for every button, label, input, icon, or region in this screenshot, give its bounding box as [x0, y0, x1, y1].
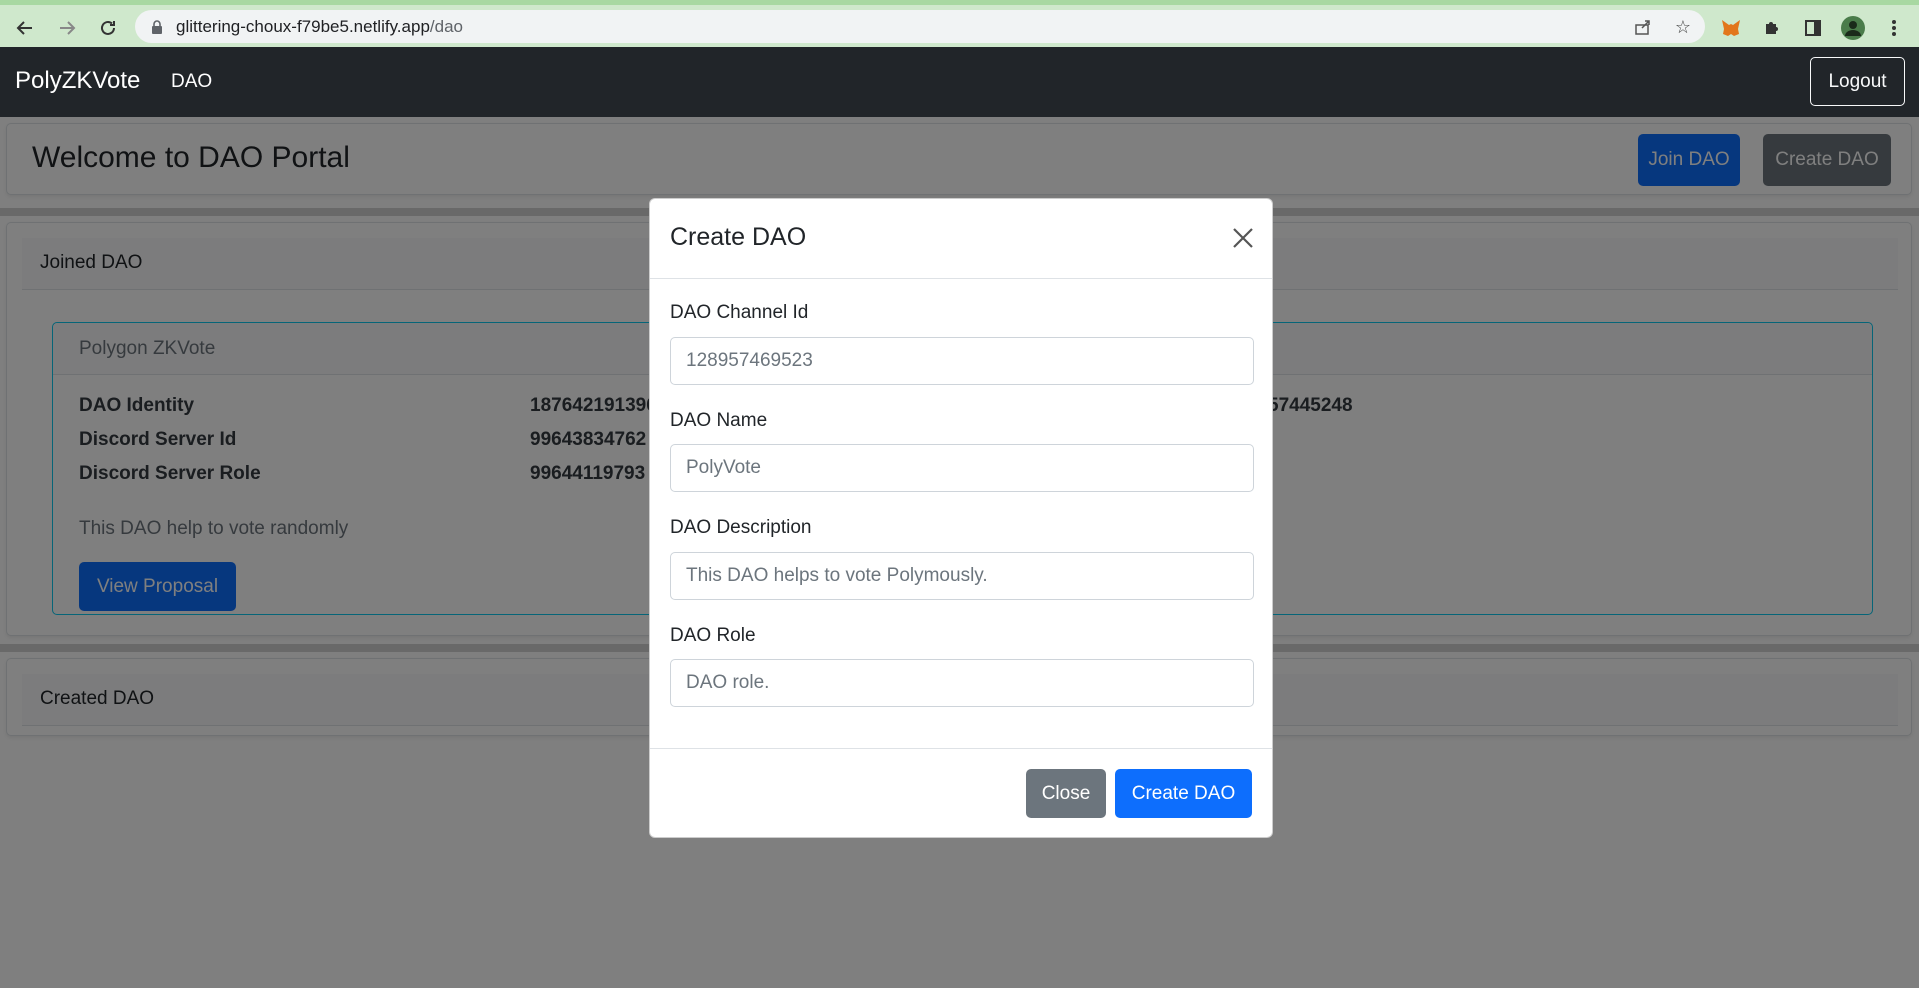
submit-create-dao-button[interactable]: Create DAO — [1115, 769, 1252, 818]
dao-description-input[interactable] — [670, 552, 1254, 600]
channel-id-input[interactable] — [670, 337, 1254, 385]
dao-role-input[interactable] — [670, 659, 1254, 707]
puzzle-icon[interactable] — [1759, 15, 1785, 41]
dao-name-input[interactable] — [670, 444, 1254, 492]
close-icon[interactable] — [1228, 223, 1258, 253]
browser-toolbar: glittering-choux-f79be5.netlify.app/dao … — [0, 0, 1919, 47]
kebab-menu-icon[interactable] — [1881, 15, 1907, 41]
reload-icon[interactable] — [95, 15, 121, 41]
modal-footer: Close Create DAO — [650, 748, 1272, 839]
url-text: glittering-choux-f79be5.netlify.app/dao — [176, 16, 463, 36]
channel-id-label: DAO Channel Id — [670, 302, 809, 323]
close-button[interactable]: Close — [1026, 769, 1106, 818]
forward-arrow-icon[interactable] — [54, 15, 80, 41]
address-bar[interactable]: glittering-choux-f79be5.netlify.app/dao … — [135, 10, 1705, 43]
share-icon[interactable] — [1632, 16, 1654, 38]
brand-logo-text[interactable]: PolyZKVote — [15, 67, 140, 95]
logout-button[interactable]: Logout — [1810, 57, 1905, 106]
star-icon[interactable]: ☆ — [1672, 16, 1694, 38]
modal-header: Create DAO — [650, 199, 1272, 279]
create-dao-modal: Create DAO DAO Channel Id DAO Name DAO D… — [649, 198, 1273, 838]
app-navbar: PolyZKVote DAO Logout — [0, 47, 1919, 117]
back-arrow-icon[interactable] — [12, 15, 38, 41]
metamask-icon[interactable] — [1718, 15, 1744, 41]
dao-name-label: DAO Name — [670, 410, 768, 431]
dao-description-label: DAO Description — [670, 517, 812, 538]
nav-link-dao[interactable]: DAO — [171, 71, 212, 93]
side-panel-icon[interactable] — [1800, 15, 1826, 41]
modal-title: Create DAO — [670, 223, 807, 251]
lock-icon[interactable] — [150, 19, 164, 35]
dao-role-label: DAO Role — [670, 625, 756, 646]
profile-icon[interactable] — [1840, 15, 1866, 41]
